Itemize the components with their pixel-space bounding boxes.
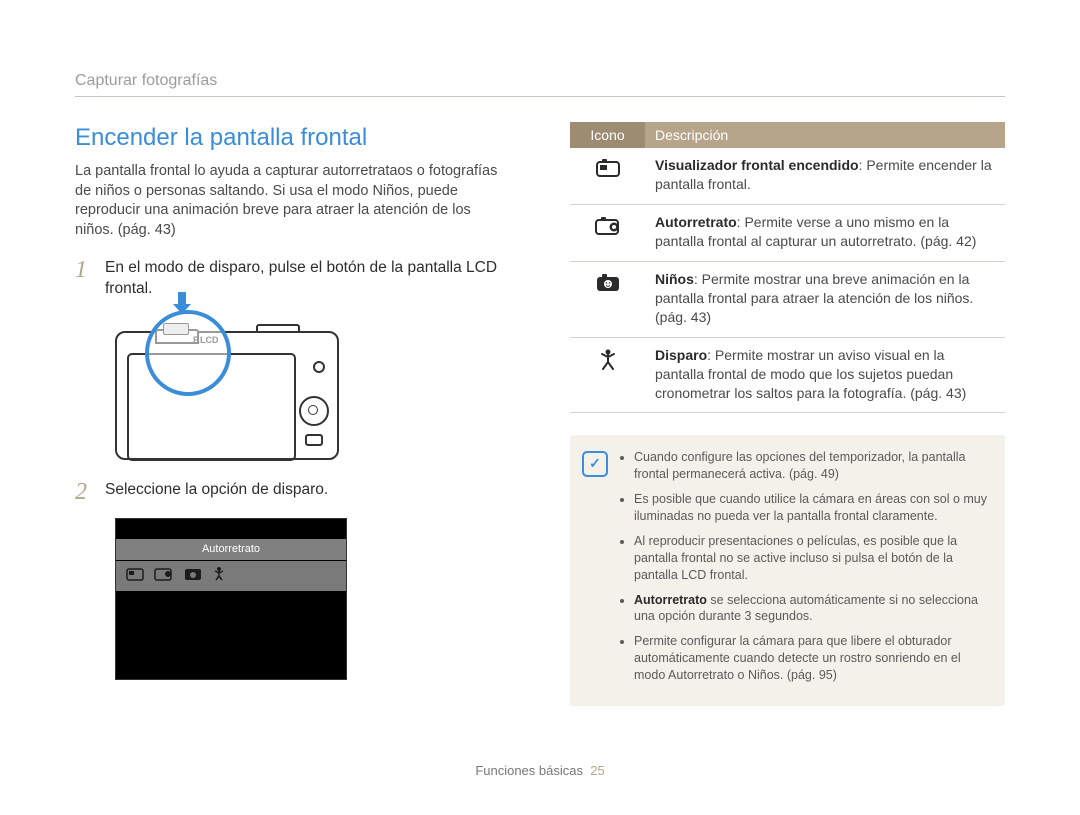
camera-small-button [313, 361, 325, 373]
children-icon [570, 262, 645, 338]
note-item: Cuando configure las opciones del tempor… [634, 449, 987, 483]
jump-shot-icon [570, 337, 645, 413]
footer-section: Funciones básicas [475, 763, 583, 778]
note-item: Al reproducir presentaciones o películas… [634, 533, 987, 584]
table-row: Disparo: Permite mostrar un aviso visual… [570, 337, 1005, 413]
table-row: Niños: Permite mostrar una breve animaci… [570, 262, 1005, 338]
table-row: Visualizador frontal encendido: Permite … [570, 148, 1005, 204]
notes-box: ✓ Cuando configure las opciones del temp… [570, 435, 1005, 706]
breadcrumb: Capturar fotografías [75, 70, 1005, 97]
note-item: Autorretrato se selecciona automáticamen… [634, 592, 987, 626]
children-icon [184, 566, 202, 587]
callout-circle [145, 310, 231, 396]
table-cell-desc: Autorretrato: Permite verse a uno mismo … [645, 205, 1005, 262]
page-number: 25 [590, 763, 604, 778]
mode-screen-illustration: Autorretrato [115, 518, 347, 680]
step-number: 2 [75, 480, 93, 504]
step-1: 1 En el modo de disparo, pulse el botón … [75, 258, 510, 300]
table-header-icon: Icono [570, 122, 645, 149]
camera-wide-button [305, 434, 323, 446]
intro-text: La pantalla frontal lo ayuda a capturar … [75, 162, 510, 240]
camera-dpad [299, 396, 329, 426]
page-title: Encender la pantalla frontal [75, 122, 510, 154]
front-display-on-icon [126, 567, 144, 586]
description-table: Icono Descripción Visualizador frontal e… [570, 122, 1005, 414]
table-row: Autorretrato: Permite verse a uno mismo … [570, 205, 1005, 262]
table-cell-desc: Disparo: Permite mostrar un aviso visual… [645, 337, 1005, 413]
note-item: Permite configurar la cámara para que li… [634, 633, 987, 684]
mode-title-bar: Autorretrato [116, 539, 346, 560]
jump-shot-icon [212, 566, 226, 587]
self-portrait-icon [570, 205, 645, 262]
note-icon: ✓ [582, 451, 608, 477]
camera-illustration: F.LCD [115, 320, 510, 460]
self-portrait-icon [154, 566, 174, 587]
front-display-on-icon [570, 148, 645, 204]
page-footer: Funciones básicas 25 [0, 762, 1080, 780]
callout-arrow-icon [175, 292, 189, 314]
table-cell-desc: Visualizador frontal encendido: Permite … [645, 148, 1005, 204]
step-number: 1 [75, 258, 93, 300]
step-text: En el modo de disparo, pulse el botón de… [105, 258, 510, 300]
table-header-desc: Descripción [645, 122, 1005, 149]
mode-icon-strip [116, 561, 346, 591]
step-text: Seleccione la opción de disparo. [105, 480, 328, 504]
table-cell-desc: Niños: Permite mostrar una breve animaci… [645, 262, 1005, 338]
note-item: Es posible que cuando utilice la cámara … [634, 491, 987, 525]
step-2: 2 Seleccione la opción de disparo. [75, 480, 510, 504]
